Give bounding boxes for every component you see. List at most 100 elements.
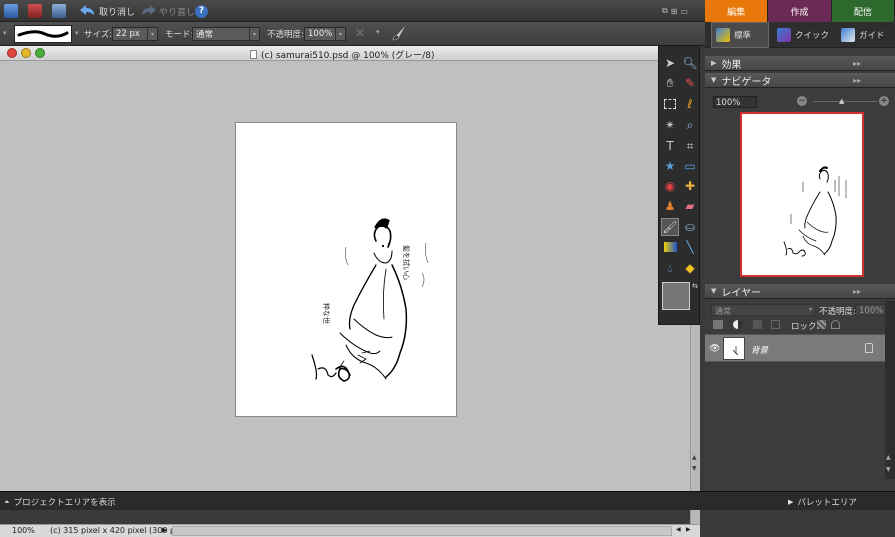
lock-transparency-icon[interactable] bbox=[817, 320, 826, 329]
swap-colors-icon[interactable]: ⇆ bbox=[692, 282, 698, 290]
layer-lock-icon bbox=[865, 343, 873, 353]
minimize-icon[interactable]: ▭ bbox=[680, 7, 688, 16]
navigator-title: ナビゲータ bbox=[721, 76, 772, 88]
tablet-settings-icon[interactable] bbox=[391, 25, 407, 44]
opacity-field[interactable]: 100% ▾ bbox=[304, 27, 346, 41]
tile-windows-icon[interactable]: ⊞ bbox=[671, 7, 678, 16]
crop-tool-icon[interactable]: ⌗ bbox=[681, 137, 699, 155]
magic-wand-tool-icon[interactable]: ✴ bbox=[661, 116, 679, 134]
mode-select[interactable]: 通常 ▾ bbox=[192, 27, 260, 41]
project-bin-toggle[interactable]: ⏶ プロジェクトエリアを表示 bbox=[4, 496, 116, 509]
zoom-in-icon[interactable]: + bbox=[879, 96, 889, 106]
tab-create[interactable]: 作成 bbox=[768, 0, 832, 22]
new-file-button[interactable] bbox=[4, 3, 18, 19]
palette-bin-toggle[interactable]: ▶ パレットエリア bbox=[788, 496, 857, 508]
hand-tool-icon[interactable]: ✋︎ bbox=[661, 74, 679, 92]
red-eye-tool-icon[interactable]: ◉ bbox=[661, 177, 679, 195]
navigator-zoom-value: 100% bbox=[716, 98, 741, 108]
sponge-tool-icon[interactable]: ◆ bbox=[681, 259, 699, 277]
redo-button[interactable]: やり直し bbox=[140, 3, 195, 19]
zoom-window-button[interactable] bbox=[35, 48, 45, 58]
tab-edit[interactable]: 編集 bbox=[705, 0, 769, 22]
lasso-tool-icon[interactable]: ℓ bbox=[681, 95, 699, 113]
marquee-tool-icon[interactable] bbox=[661, 95, 679, 113]
close-window-button[interactable] bbox=[7, 48, 17, 58]
new-layer-icon[interactable] bbox=[713, 320, 723, 329]
move-tool-icon[interactable]: ➤ bbox=[661, 54, 679, 72]
layers-scrollbar[interactable]: ▲ ▼ bbox=[885, 301, 895, 479]
color-swatches[interactable]: ⇆ bbox=[662, 282, 698, 322]
cookie-cutter-tool-icon[interactable]: ★ bbox=[661, 157, 679, 175]
tab-full-edit[interactable]: 標準 bbox=[711, 22, 769, 48]
zoom-tool-icon[interactable]: 🔍︎ bbox=[681, 54, 699, 72]
scroll-right-icon[interactable]: ▶ bbox=[686, 526, 691, 533]
document-window: (c) samurai510.psd @ 100% (グレー/8) 髪を拭い心 … bbox=[0, 46, 700, 537]
quick-selection-tool-icon[interactable]: ⌕ bbox=[681, 116, 699, 134]
delete-layer-icon[interactable] bbox=[753, 320, 762, 329]
lock-label: ロック: bbox=[791, 322, 820, 332]
layers-scroll-down-icon[interactable]: ▼ bbox=[886, 466, 891, 473]
zoom-level[interactable]: 100% bbox=[12, 526, 35, 535]
brush-tool-icon[interactable]: 🖌︎ bbox=[661, 218, 679, 236]
airbrush-icon[interactable]: ✕ bbox=[355, 26, 365, 40]
help-button[interactable]: ? bbox=[195, 3, 208, 19]
eyedropper-tool-icon[interactable]: ✎ bbox=[681, 74, 699, 92]
tab-quick-fix[interactable]: クイック bbox=[777, 22, 829, 48]
foreground-color-swatch[interactable] bbox=[662, 282, 690, 310]
scroll-up-icon[interactable]: ▲ bbox=[692, 454, 700, 462]
effects-panel-header[interactable]: ▶ 効果 ▸▸ bbox=[705, 56, 895, 71]
scroll-down-icon[interactable]: ▼ bbox=[692, 465, 700, 473]
blend-mode-select[interactable]: 通常 ▾ bbox=[711, 304, 815, 316]
shape-tool-icon[interactable]: ╲ bbox=[681, 238, 699, 256]
lock-all-icon[interactable] bbox=[831, 320, 840, 329]
brush-settings-dropdown-icon[interactable]: ▾ bbox=[376, 28, 380, 36]
layers-menu-icon[interactable]: ▸▸ bbox=[853, 287, 861, 296]
navigator-zoom-field[interactable]: 100% bbox=[713, 96, 757, 108]
tab-share[interactable]: 配信 bbox=[831, 0, 895, 22]
size-field[interactable]: 22 px ▾ bbox=[112, 27, 158, 41]
layers-panel-header[interactable]: ▼ レイヤー ▸▸ bbox=[705, 284, 895, 299]
navigator-menu-icon[interactable]: ▸▸ bbox=[853, 76, 861, 85]
restore-window-icon[interactable]: ⧉ bbox=[662, 6, 668, 16]
palette-bin-arrow-icon: ▶ bbox=[788, 498, 794, 506]
undo-button[interactable]: 取り消し bbox=[80, 3, 135, 19]
layer-visibility-eye-icon[interactable]: 👁︎ bbox=[709, 344, 720, 354]
opacity-label: 不透明度: bbox=[267, 30, 304, 40]
navigator-panel-header[interactable]: ▼ ナビゲータ ▸▸ bbox=[705, 73, 895, 88]
brush-dropdown-icon[interactable]: ▾ bbox=[75, 29, 79, 37]
tool-preset-arrow-icon[interactable]: ▾ bbox=[3, 29, 7, 37]
size-dropdown-icon[interactable]: ▾ bbox=[147, 28, 157, 40]
panel-bin: 標準 クイック ガイド ▶ 効果 ▸▸ ▼ ナビゲータ ▸▸ 100% − ▲ … bbox=[705, 22, 895, 491]
mode-dropdown-icon[interactable]: ▾ bbox=[249, 28, 259, 40]
brush-preview[interactable] bbox=[14, 25, 72, 43]
opacity-dropdown-icon[interactable]: ▾ bbox=[335, 28, 345, 40]
help-icon: ? bbox=[195, 4, 208, 18]
zoom-slider[interactable] bbox=[813, 101, 877, 102]
healing-brush-tool-icon[interactable]: ✚ bbox=[681, 177, 699, 195]
image-canvas[interactable]: 髪を拭い心 粋な世 bbox=[235, 122, 457, 417]
link-layer-icon[interactable] bbox=[771, 320, 780, 329]
scroll-left-icon[interactable]: ◀ bbox=[676, 526, 681, 533]
effects-menu-icon[interactable]: ▸▸ bbox=[853, 59, 861, 68]
clone-stamp-tool-icon[interactable]: ♟ bbox=[661, 197, 679, 215]
type-tool-icon[interactable]: T bbox=[661, 137, 679, 155]
tab-guided[interactable]: ガイド bbox=[841, 22, 885, 48]
navigator-preview[interactable] bbox=[740, 112, 864, 277]
paint-bucket-tool-icon[interactable]: ⛀ bbox=[681, 218, 699, 236]
eraser-tool-icon[interactable]: ▰ bbox=[681, 197, 699, 215]
blend-mode-dropdown-icon[interactable]: ▾ bbox=[809, 306, 812, 313]
blur-tool-icon[interactable]: 💧︎ bbox=[661, 259, 679, 277]
layer-thumbnail-art bbox=[732, 346, 739, 356]
minimize-window-button[interactable] bbox=[21, 48, 31, 58]
open-button[interactable] bbox=[28, 3, 42, 19]
straighten-tool-icon[interactable]: ▭ bbox=[681, 157, 699, 175]
zoom-slider-thumb-icon[interactable]: ▲ bbox=[839, 97, 844, 105]
save-button[interactable] bbox=[52, 3, 66, 19]
adjustment-layer-icon[interactable] bbox=[733, 320, 743, 329]
horizontal-scrollbar[interactable] bbox=[172, 526, 672, 536]
zoom-out-icon[interactable]: − bbox=[797, 96, 807, 106]
layers-scroll-up-icon[interactable]: ▲ bbox=[886, 454, 891, 461]
layer-row[interactable]: 👁︎ 背景 bbox=[705, 334, 895, 362]
info-menu-arrow-icon[interactable]: ▶ bbox=[162, 526, 167, 534]
gradient-tool-icon[interactable] bbox=[661, 238, 679, 256]
